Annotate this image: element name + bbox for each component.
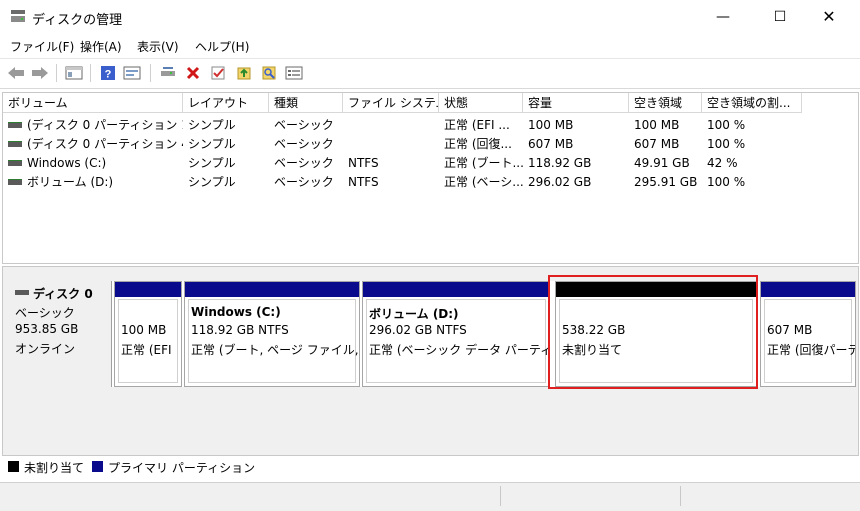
layout-cell: シンプル bbox=[188, 137, 236, 151]
partition-size: 118.92 GB NTFS bbox=[191, 323, 289, 337]
disk-status: オンライン bbox=[15, 342, 76, 356]
maximize-button[interactable]: ☐ bbox=[757, 0, 803, 34]
type-cell: ベーシック bbox=[274, 175, 334, 189]
export-icon[interactable] bbox=[234, 64, 254, 82]
menu-help[interactable]: ヘルプ(H) bbox=[195, 38, 249, 55]
volume-name: (ディスク 0 パーティション 4) bbox=[27, 137, 183, 151]
connect-icon[interactable] bbox=[158, 64, 178, 82]
percent-free-cell: 42 % bbox=[707, 156, 738, 170]
free-space-cell: 100 MB bbox=[634, 118, 680, 132]
forward-arrow-icon[interactable] bbox=[30, 64, 50, 82]
partition-status: 正常 (ブート, ページ ファイル, クラッ bbox=[191, 343, 359, 357]
partition-size: 296.02 GB NTFS bbox=[369, 323, 467, 337]
capacity-cell: 118.92 GB bbox=[528, 156, 592, 170]
table-row[interactable]: (ディスク 0 パーティション 1) シンプル ベーシック 正常 (EFI ..… bbox=[3, 116, 856, 135]
column-header-percent-free[interactable]: 空き領域の割... bbox=[702, 93, 802, 113]
filesystem-cell bbox=[343, 116, 439, 135]
options-icon[interactable] bbox=[284, 64, 304, 82]
partition-efi[interactable]: 100 MB 正常 (EFI bbox=[114, 281, 182, 387]
status-cell: 正常 (ブート... bbox=[444, 156, 523, 170]
disk-icon bbox=[15, 290, 29, 295]
menu-view[interactable]: 表示(V) bbox=[137, 38, 179, 55]
layout-cell: シンプル bbox=[188, 175, 236, 189]
disk-name: ディスク 0 bbox=[33, 287, 93, 301]
disk-management-icon bbox=[11, 10, 25, 22]
disk-type: ベーシック bbox=[15, 306, 75, 320]
legend-unallocated: 未割り当て bbox=[24, 461, 85, 475]
capacity-cell: 607 MB bbox=[528, 137, 574, 151]
free-space-cell: 607 MB bbox=[634, 137, 680, 151]
disk-size: 953.85 GB bbox=[15, 322, 79, 336]
filesystem-cell bbox=[343, 135, 439, 154]
volume-icon bbox=[8, 159, 22, 166]
capacity-cell: 296.02 GB bbox=[528, 175, 592, 189]
back-arrow-icon[interactable] bbox=[6, 64, 26, 82]
column-header-status[interactable]: 状態 bbox=[439, 93, 523, 113]
column-header-filesystem[interactable]: ファイル システム bbox=[343, 93, 439, 113]
close-button[interactable]: ✕ bbox=[806, 0, 852, 34]
type-cell: ベーシック bbox=[274, 137, 334, 151]
window-title: ディスクの管理 bbox=[32, 13, 123, 28]
legend-primary: プライマリ パーティション bbox=[108, 461, 256, 475]
unallocated-swatch bbox=[8, 461, 19, 472]
column-header-free-space[interactable]: 空き領域 bbox=[629, 93, 702, 113]
column-header-type[interactable]: 種類 bbox=[269, 93, 343, 113]
free-space-cell: 295.91 GB bbox=[634, 175, 698, 189]
volume-name: ボリューム (D:) bbox=[27, 175, 114, 189]
minimize-button[interactable]: — bbox=[700, 0, 746, 34]
partition-size: 100 MB bbox=[121, 323, 167, 337]
percent-free-cell: 100 % bbox=[707, 175, 746, 189]
column-header-layout[interactable]: レイアウト bbox=[183, 93, 269, 113]
checkmark-icon[interactable] bbox=[208, 64, 228, 82]
status-cell: 正常 (EFI ... bbox=[444, 118, 510, 132]
partition-status: 正常 (EFI bbox=[121, 343, 172, 357]
status-cell: 正常 (回復... bbox=[444, 137, 512, 151]
volume-icon bbox=[8, 140, 22, 147]
toolbar: ? bbox=[0, 58, 860, 89]
type-cell: ベーシック bbox=[274, 118, 334, 132]
filesystem-cell: NTFS bbox=[348, 156, 379, 170]
search-icon[interactable] bbox=[259, 64, 279, 82]
partition-title: ボリューム (D:) bbox=[369, 307, 459, 321]
percent-free-cell: 100 % bbox=[707, 118, 746, 132]
volume-icon bbox=[8, 178, 22, 185]
table-row[interactable]: Windows (C:) シンプル ベーシック NTFS 正常 (ブート... … bbox=[3, 154, 856, 173]
layout-cell: シンプル bbox=[188, 156, 236, 170]
volume-icon bbox=[8, 121, 22, 128]
primary-swatch bbox=[92, 461, 103, 472]
unallocated-highlight-box bbox=[548, 275, 758, 389]
volume-list: ボリューム レイアウト 種類 ファイル システム 状態 容量 空き領域 空き領域… bbox=[2, 92, 859, 264]
partition-status: 正常 (ベーシック データ パーティション) bbox=[369, 343, 550, 357]
properties-icon[interactable] bbox=[122, 64, 142, 82]
delete-icon[interactable] bbox=[183, 64, 203, 82]
table-row[interactable]: ボリューム (D:) シンプル ベーシック NTFS 正常 (ベーシ... 29… bbox=[3, 173, 856, 192]
capacity-cell: 100 MB bbox=[528, 118, 574, 132]
status-bar bbox=[0, 482, 860, 511]
column-header-capacity[interactable]: 容量 bbox=[523, 93, 629, 113]
column-header-volume[interactable]: ボリューム bbox=[3, 93, 183, 113]
menu-action[interactable]: 操作(A) bbox=[80, 38, 122, 55]
svg-text:?: ? bbox=[105, 69, 112, 81]
partition-title: Windows (C:) bbox=[191, 305, 281, 319]
disk-info[interactable]: ディスク 0 ベーシック 953.85 GB オンライン bbox=[7, 281, 112, 387]
partition-volume-d[interactable]: ボリューム (D:) 296.02 GB NTFS 正常 (ベーシック データ … bbox=[362, 281, 550, 387]
partition-windows[interactable]: Windows (C:) 118.92 GB NTFS 正常 (ブート, ページ… bbox=[184, 281, 360, 387]
partition-recovery[interactable]: 607 MB 正常 (回復パーテ bbox=[760, 281, 856, 387]
partition-status: 正常 (回復パーテ bbox=[767, 343, 856, 357]
percent-free-cell: 100 % bbox=[707, 137, 746, 151]
menu-bar: ファイル(F) 操作(A) 表示(V) ヘルプ(H) bbox=[0, 36, 860, 56]
status-cell: 正常 (ベーシ... bbox=[444, 175, 523, 189]
help-icon[interactable]: ? bbox=[98, 64, 118, 82]
menu-file[interactable]: ファイル(F) bbox=[10, 38, 74, 55]
layout-cell: シンプル bbox=[188, 118, 236, 132]
volume-name: (ディスク 0 パーティション 1) bbox=[27, 118, 183, 132]
console-tree-icon[interactable] bbox=[64, 64, 84, 82]
partition-size: 607 MB bbox=[767, 323, 813, 337]
filesystem-cell: NTFS bbox=[348, 175, 379, 189]
free-space-cell: 49.91 GB bbox=[634, 156, 690, 170]
type-cell: ベーシック bbox=[274, 156, 334, 170]
title-bar: ディスクの管理 — ☐ ✕ bbox=[0, 0, 860, 34]
table-row[interactable]: (ディスク 0 パーティション 4) シンプル ベーシック 正常 (回復... … bbox=[3, 135, 856, 154]
volume-name: Windows (C:) bbox=[27, 156, 107, 170]
